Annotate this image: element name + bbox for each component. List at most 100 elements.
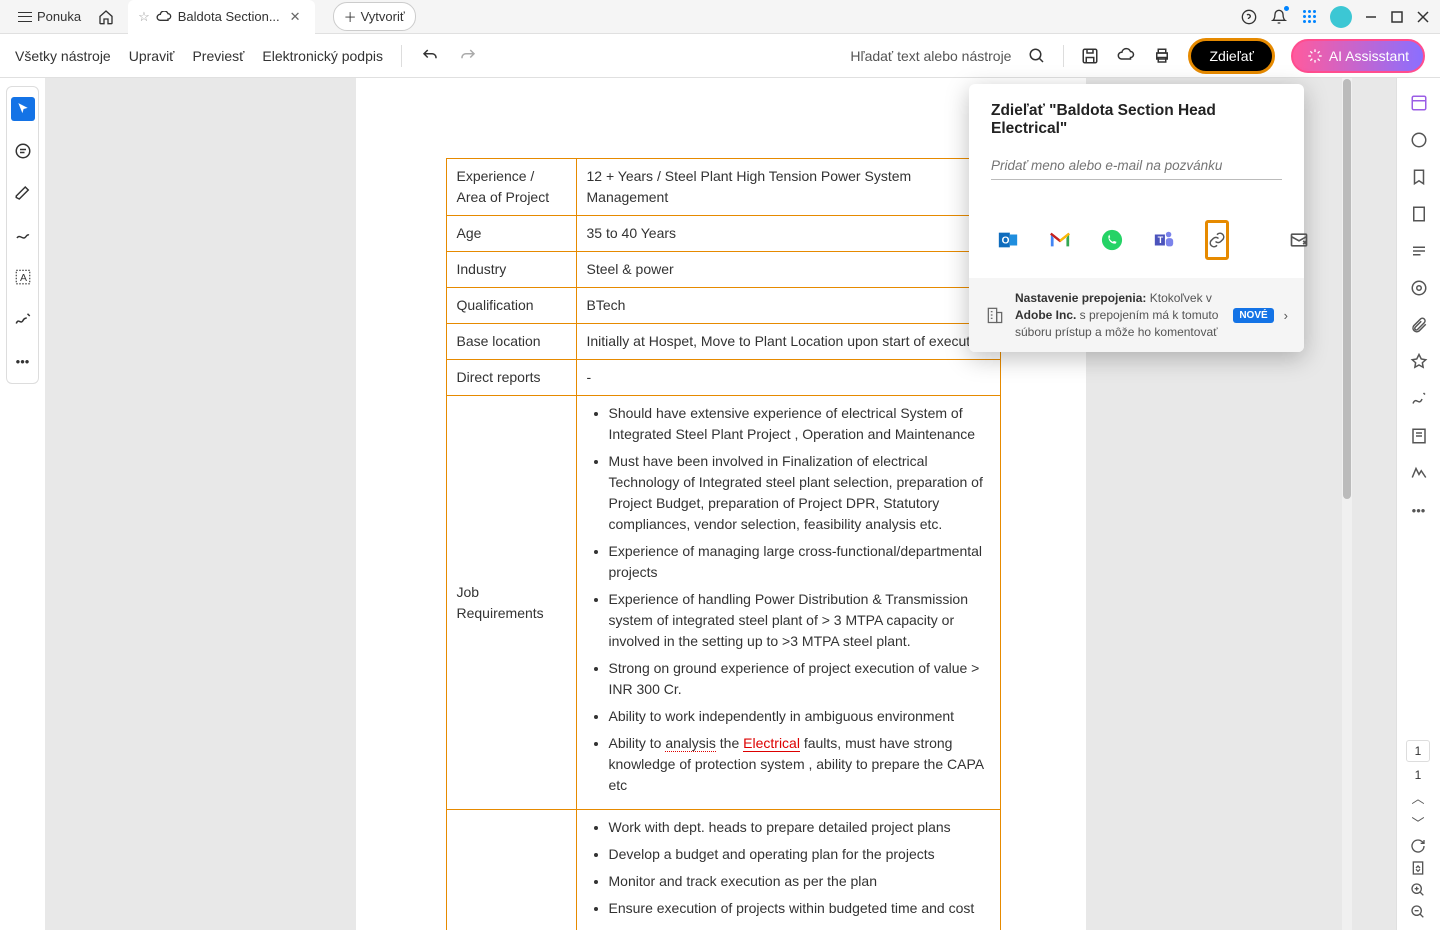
svg-text:T: T bbox=[1158, 235, 1164, 245]
chevron-right-icon[interactable]: › bbox=[1284, 308, 1288, 323]
cell-value: BTech bbox=[576, 288, 1000, 324]
more-icon[interactable]: ••• bbox=[1408, 499, 1430, 521]
tab-close-icon[interactable]: ✕ bbox=[286, 9, 305, 25]
titlebar: Ponuka ☆ Baldota Section... ✕ ＋ Vytvoriť bbox=[0, 0, 1440, 34]
list-item: Ensure all strategic and tactical goals … bbox=[609, 925, 990, 930]
home-icon[interactable] bbox=[97, 8, 115, 26]
whatsapp-icon[interactable] bbox=[1101, 229, 1123, 251]
document-table: Experience / Area of Project12 + Years /… bbox=[446, 158, 1001, 930]
page-icon[interactable] bbox=[1408, 203, 1430, 225]
cloud-save-icon[interactable] bbox=[1116, 46, 1136, 66]
more-tools-icon[interactable]: ••• bbox=[11, 349, 35, 373]
cloud-icon bbox=[156, 11, 172, 23]
panel-icon[interactable] bbox=[1408, 351, 1430, 373]
print-icon[interactable] bbox=[1152, 46, 1172, 66]
ai-assistant-button[interactable]: AI Assisstant bbox=[1291, 39, 1425, 73]
send-icon[interactable] bbox=[1289, 229, 1309, 251]
page-up-icon[interactable]: ︿ bbox=[1411, 788, 1424, 807]
list-item: Must have been involved in Finalization … bbox=[609, 451, 990, 535]
gmail-icon[interactable] bbox=[1049, 229, 1071, 251]
text-tool[interactable]: A bbox=[11, 265, 35, 289]
cell-label: Job Requirements bbox=[446, 396, 576, 810]
maximize-icon[interactable] bbox=[1390, 10, 1404, 24]
rotate-icon[interactable] bbox=[1410, 838, 1426, 854]
close-icon[interactable] bbox=[1416, 10, 1430, 24]
attachment-icon[interactable] bbox=[1408, 314, 1430, 336]
cell-label: Experience / Area of Project bbox=[446, 159, 576, 216]
document-tab[interactable]: ☆ Baldota Section... ✕ bbox=[128, 0, 314, 34]
search-label: Hľadať text alebo nástroje bbox=[850, 48, 1011, 64]
hamburger-icon bbox=[18, 12, 32, 22]
copy-link-icon[interactable] bbox=[1205, 220, 1229, 260]
cell-value: Should have extensive experience of elec… bbox=[576, 396, 1000, 810]
plus-icon: ＋ bbox=[344, 7, 357, 26]
scrollbar[interactable] bbox=[1342, 78, 1352, 930]
page-current[interactable]: 1 bbox=[1406, 740, 1431, 762]
create-label: Vytvoriť bbox=[361, 9, 405, 24]
list-item: Should have extensive experience of elec… bbox=[609, 403, 990, 445]
ai-label: AI Assisstant bbox=[1329, 48, 1409, 64]
menu-button[interactable]: Ponuka bbox=[10, 5, 89, 28]
redo-icon[interactable] bbox=[458, 46, 478, 66]
apps-grid-icon[interactable] bbox=[1300, 8, 1318, 26]
list-item: Develop a budget and operating plan for … bbox=[609, 844, 990, 865]
edit-link[interactable]: Upraviť bbox=[129, 48, 175, 64]
list-item: Work with dept. heads to prepare detaile… bbox=[609, 817, 990, 838]
teams-icon[interactable]: T bbox=[1153, 229, 1175, 251]
comment-tool[interactable] bbox=[11, 139, 35, 163]
sign-tool[interactable] bbox=[11, 307, 35, 331]
tab-title: Baldota Section... bbox=[178, 9, 280, 24]
list-item: Ability to work independently in ambiguo… bbox=[609, 706, 990, 727]
outlook-icon[interactable]: O bbox=[997, 229, 1019, 251]
list-item: Ensure execution of projects within budg… bbox=[609, 898, 990, 919]
convert-link[interactable]: Previesť bbox=[192, 48, 244, 64]
popover-footer[interactable]: Nastavenie prepojenia: Ktokoľvek v Adobe… bbox=[969, 278, 1304, 352]
draw-tool[interactable] bbox=[11, 223, 35, 247]
list-item: Ability to analysis the Electrical fault… bbox=[609, 733, 990, 796]
page-down-icon[interactable]: ﹀ bbox=[1411, 813, 1424, 832]
panel-icon[interactable] bbox=[1408, 92, 1430, 114]
minimize-icon[interactable] bbox=[1364, 10, 1378, 24]
list-item: Experience of managing large cross-funct… bbox=[609, 541, 990, 583]
bookmark-icon[interactable] bbox=[1408, 166, 1430, 188]
scroll-thumb[interactable] bbox=[1343, 79, 1351, 499]
fit-icon[interactable] bbox=[1410, 860, 1426, 876]
save-icon[interactable] bbox=[1080, 46, 1100, 66]
page-navigation: 1 1 ︿ ﹀ bbox=[1402, 740, 1434, 920]
panel-icon[interactable] bbox=[1408, 129, 1430, 151]
cell-value: 35 to 40 Years bbox=[576, 216, 1000, 252]
cell-label: Qualification bbox=[446, 288, 576, 324]
panel-icon[interactable] bbox=[1408, 277, 1430, 299]
cell-value: Initially at Hospet, Move to Plant Locat… bbox=[576, 324, 1000, 360]
panel-icon[interactable] bbox=[1408, 425, 1430, 447]
cell-label: Role and bbox=[446, 810, 576, 930]
divider bbox=[401, 45, 402, 67]
zoom-in-icon[interactable] bbox=[1410, 882, 1426, 898]
share-button[interactable]: Zdieľať bbox=[1188, 38, 1274, 74]
toolbar: Všetky nástroje Upraviť Previesť Elektro… bbox=[0, 34, 1440, 78]
panel-icon[interactable] bbox=[1408, 240, 1430, 262]
cell-value: 12 + Years / Steel Plant High Tension Po… bbox=[576, 159, 1000, 216]
cell-value: - bbox=[576, 360, 1000, 396]
share-popover: Zdieľať "Baldota Section Head Electrical… bbox=[969, 84, 1304, 352]
highlight-tool[interactable] bbox=[11, 181, 35, 205]
zoom-out-icon[interactable] bbox=[1410, 904, 1426, 920]
create-button[interactable]: ＋ Vytvoriť bbox=[333, 2, 416, 31]
help-icon[interactable] bbox=[1240, 8, 1258, 26]
user-avatar[interactable] bbox=[1330, 6, 1352, 28]
select-tool[interactable] bbox=[11, 97, 35, 121]
panel-icon[interactable] bbox=[1408, 462, 1430, 484]
esign-link[interactable]: Elektronický podpis bbox=[262, 48, 383, 64]
invite-input[interactable] bbox=[991, 152, 1282, 180]
cell-label: Age bbox=[446, 216, 576, 252]
search-icon[interactable] bbox=[1027, 46, 1047, 66]
svg-text:O: O bbox=[1002, 236, 1010, 247]
star-icon[interactable]: ☆ bbox=[138, 9, 150, 25]
list-item: Experience of handling Power Distributio… bbox=[609, 589, 990, 652]
panel-icon[interactable] bbox=[1408, 388, 1430, 410]
notification-icon[interactable] bbox=[1270, 8, 1288, 26]
cell-label: Direct reports bbox=[446, 360, 576, 396]
undo-icon[interactable] bbox=[420, 46, 440, 66]
all-tools-link[interactable]: Všetky nástroje bbox=[15, 48, 111, 64]
popover-title: Zdieľať "Baldota Section Head Electrical… bbox=[991, 102, 1282, 138]
